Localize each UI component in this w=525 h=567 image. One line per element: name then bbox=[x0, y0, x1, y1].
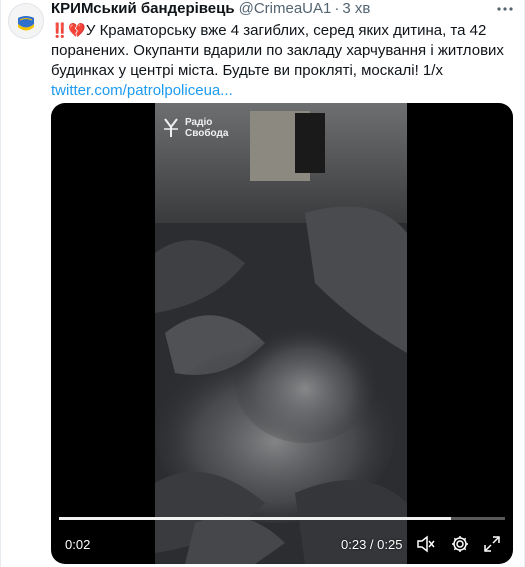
radio-svoboda-logo-icon bbox=[164, 118, 178, 137]
time-remaining: 0:23 / 0:25 bbox=[341, 537, 403, 552]
video-player[interactable]: Радіо Свобода 0:02 0:23 / 0:25 bbox=[51, 103, 513, 564]
current-time: 0:02 bbox=[65, 537, 91, 552]
video-frame[interactable]: Радіо Свобода bbox=[155, 103, 407, 564]
separator-dot: · bbox=[334, 0, 340, 17]
tweet-link[interactable]: twitter.com/patrolpoliceua... bbox=[51, 81, 511, 101]
radio-svoboda-watermark: Радіо Свобода bbox=[164, 117, 229, 139]
mute-icon[interactable] bbox=[415, 533, 437, 555]
video-progress-bar[interactable] bbox=[59, 517, 505, 520]
video-progress-fill bbox=[59, 517, 452, 520]
tweet-card: КРИМський бандерівець @CrimeaUA1 · 3 хв ‼️💔… bbox=[0, 0, 525, 567]
fullscreen-icon[interactable] bbox=[481, 533, 503, 555]
watermark-line-1: Радіо bbox=[185, 117, 213, 128]
avatar[interactable] bbox=[8, 3, 44, 39]
user-handle[interactable]: @CrimeaUA1 bbox=[239, 0, 332, 17]
watermark-line-2: Свобода bbox=[185, 128, 229, 139]
tweet-timestamp[interactable]: 3 хв bbox=[342, 0, 370, 17]
avatar-image bbox=[9, 4, 43, 38]
settings-gear-icon[interactable] bbox=[449, 533, 471, 555]
display-name[interactable]: КРИМський бандерівець bbox=[51, 0, 235, 17]
video-scene bbox=[155, 103, 407, 564]
tweet-header: КРИМський бандерівець @CrimeaUA1 · 3 хв bbox=[51, 0, 370, 20]
tweet-body: У Краматорську вже 4 загиблих, серед яки… bbox=[51, 22, 504, 79]
tweet-text: ‼️💔У Краматорську вже 4 загиблих, серед … bbox=[51, 20, 511, 101]
tweet-emoji: ‼️💔 bbox=[51, 22, 86, 38]
